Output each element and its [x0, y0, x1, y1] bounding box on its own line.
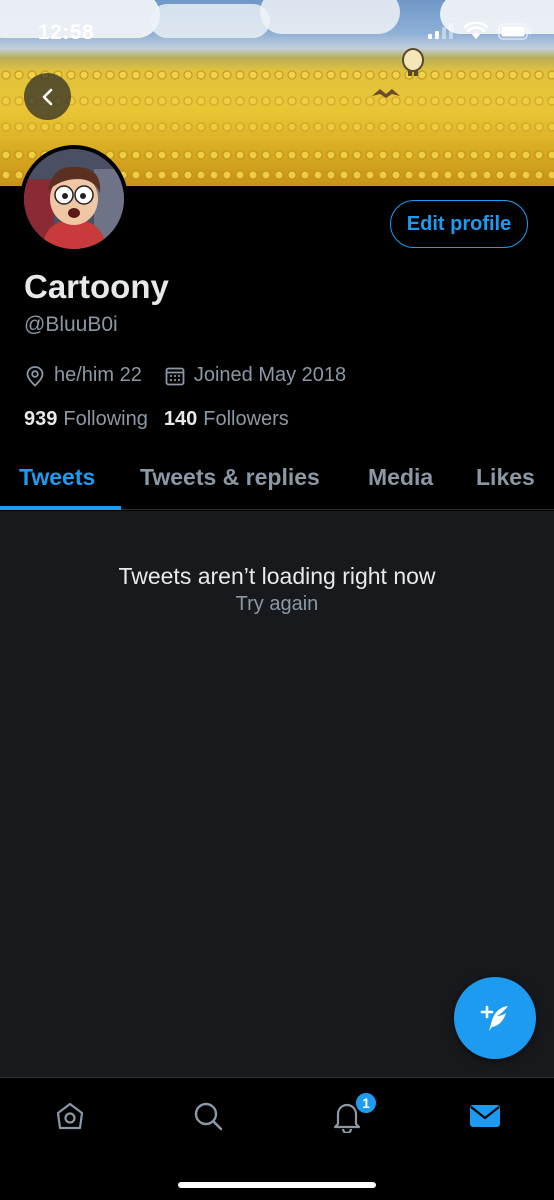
following-count: 939: [24, 408, 58, 430]
status-time: 12:58: [38, 21, 95, 44]
try-again-button[interactable]: Try again: [0, 593, 554, 616]
back-button[interactable]: [24, 73, 71, 120]
followers-link[interactable]: 140 Followers: [164, 408, 289, 431]
signal-icon: [428, 23, 453, 39]
follow-counts: 939 Following 140 Followers: [24, 408, 305, 431]
location-text: he/him 22: [54, 364, 142, 386]
nav-home[interactable]: [48, 1094, 92, 1138]
home-icon: [56, 1102, 84, 1130]
edit-profile-button[interactable]: Edit profile: [390, 200, 528, 248]
compose-feather-icon: [480, 1005, 508, 1031]
user-handle: @BluuB0i: [24, 313, 118, 336]
tab-tweets[interactable]: Tweets: [19, 464, 95, 491]
following-link[interactable]: 939 Following: [24, 408, 148, 431]
compose-tweet-button[interactable]: [454, 977, 536, 1059]
avatar[interactable]: [20, 145, 128, 253]
wifi-icon: [464, 22, 488, 39]
followers-label: Followers: [203, 408, 289, 430]
home-indicator: [178, 1182, 376, 1188]
tab-tweets-replies[interactable]: Tweets & replies: [140, 464, 320, 491]
nav-messages[interactable]: [463, 1094, 507, 1138]
notifications-badge: 1: [354, 1091, 378, 1115]
tab-likes[interactable]: Likes: [476, 464, 535, 491]
active-tab-indicator: [0, 506, 121, 510]
battery-icon: [498, 22, 531, 40]
display-name: Cartoony: [24, 268, 169, 305]
status-icons: [428, 22, 532, 40]
profile-tabs: Tweets Tweets & replies Media Likes: [0, 448, 554, 510]
following-label: Following: [63, 408, 148, 430]
chevron-left-icon: [42, 88, 52, 105]
location-pin-icon: [26, 365, 44, 387]
tab-media[interactable]: Media: [368, 464, 433, 491]
calendar-icon: [165, 367, 185, 385]
nav-search[interactable]: [186, 1094, 230, 1138]
joined-item: Joined May 2018: [164, 364, 346, 387]
error-message: Tweets aren’t loading right now: [118, 563, 436, 589]
followers-count: 140: [163, 408, 198, 430]
messages-icon: [470, 1105, 500, 1127]
avatar-image: [24, 149, 124, 249]
location-item: he/him 22: [24, 364, 142, 387]
search-icon: [194, 1102, 223, 1131]
joined-text: Joined May 2018: [193, 364, 347, 386]
sprite-bird: [372, 89, 400, 98]
profile-meta: he/him 22 Joined May 2018: [24, 364, 368, 387]
status-bar: 12:58: [0, 0, 554, 60]
